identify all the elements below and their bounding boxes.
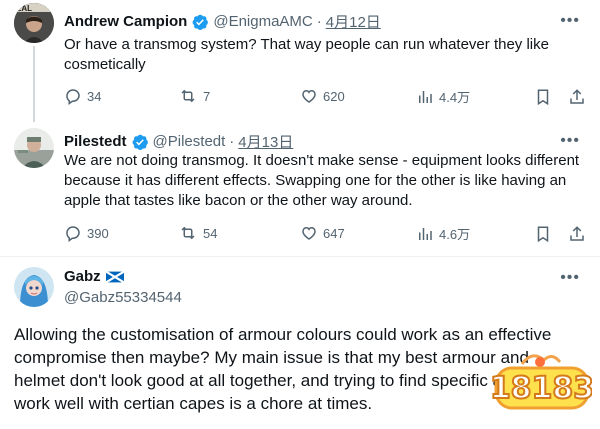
reply-count: 34 [87,88,102,104]
like-count: 647 [323,225,345,241]
handle-line: @Gabz55334544 [64,289,182,306]
views-button[interactable]: 4.6万 [416,224,470,243]
avatar[interactable] [14,128,54,168]
share-icon[interactable] [568,87,586,107]
tweet-header: Pilestedt @Pilestedt · 4月13日 [64,131,293,152]
display-name[interactable]: Pilestedt [64,133,127,150]
action-bar: 390 54 647 4.6万 [64,224,594,246]
tweet-andrew-campion[interactable]: EAL Andrew Campion @EnigmaAMC · 4月12日 ••… [0,0,600,122]
verified-badge-icon [132,134,148,150]
more-options-icon[interactable]: ••• [560,12,580,30]
views-bar-chart-icon [419,227,432,240]
handle[interactable]: @Gabz55334544 [64,289,182,306]
display-name[interactable]: Andrew Campion [64,13,187,30]
verified-badge-icon [192,14,209,30]
watermark-logo: 18183 [489,350,595,423]
avatar-image: EAL [14,3,54,43]
handle[interactable]: @EnigmaAMC [213,13,312,30]
reply-icon [66,226,80,242]
heart-icon [302,89,316,103]
share-icon[interactable] [568,224,586,244]
reply-count: 390 [87,225,109,241]
separator-dot: · [316,13,322,30]
reply-button[interactable]: 34 [64,87,101,105]
retweet-count: 7 [203,88,211,104]
more-options-icon[interactable]: ••• [560,269,580,287]
post-date[interactable]: 4月13日 [238,131,293,152]
scotland-flag-icon [105,270,124,283]
bookmark-icon[interactable] [534,224,552,244]
retweet-count: 54 [203,225,218,241]
view-count: 4.6万 [439,227,471,242]
display-name[interactable]: Gabz [64,268,101,285]
handle[interactable]: @Pilestedt [153,133,226,150]
like-button[interactable]: 620 [300,87,345,105]
view-count: 4.4万 [439,90,471,105]
reply-icon [66,89,80,105]
reply-button[interactable]: 390 [64,224,109,242]
retweet-button[interactable]: 54 [178,224,217,242]
heart-icon [302,226,316,240]
more-options-icon[interactable]: ••• [560,132,580,150]
bookmark-icon[interactable] [534,87,552,107]
retweet-icon [181,89,195,103]
retweet-icon [181,226,195,240]
svg-text:EAL: EAL [16,4,32,13]
thread-line [33,46,35,122]
tweet-pilestedt[interactable]: Pilestedt @Pilestedt · 4月13日 ••• We are … [0,118,600,256]
like-count: 620 [323,88,345,104]
watermark-18183-logo: 18183 [489,354,595,410]
avatar[interactable]: EAL [14,3,54,43]
avatar[interactable] [14,267,54,307]
action-bar: 34 7 620 4.4万 [64,87,594,109]
watermark-text: 18183 [492,371,592,406]
avatar-image [14,267,54,307]
tweet-header: Gabz [64,268,124,285]
tweet-header: Andrew Campion @EnigmaAMC · 4月12日 [64,11,381,32]
avatar-image [14,128,54,168]
views-button[interactable]: 4.4万 [416,87,470,106]
separator-dot: · [229,133,235,150]
retweet-button[interactable]: 7 [178,87,210,105]
like-button[interactable]: 647 [300,224,345,242]
tweet-text: We are not doing transmog. It doesn't ma… [64,152,580,209]
tweet-text: Or have a transmog system? That way peop… [64,36,549,73]
views-bar-chart-icon [419,90,432,103]
post-date[interactable]: 4月12日 [326,11,381,32]
